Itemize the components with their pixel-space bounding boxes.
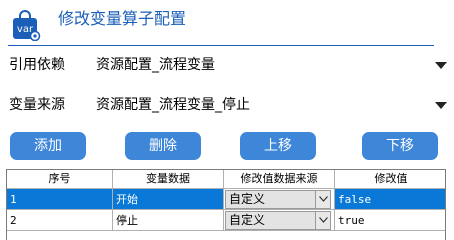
- dialog-title: 修改变量算子配置: [58, 9, 187, 28]
- source-select[interactable]: 资源配置_流程变量_停止: [96, 95, 250, 115]
- add-button[interactable]: 添加: [10, 132, 86, 160]
- table-header: 序号 变量数据 修改值数据来源 修改值: [7, 170, 445, 189]
- row-variable: 停止: [113, 210, 224, 231]
- chevron-down-icon[interactable]: [315, 212, 330, 229]
- row-source-cell: 自定义: [224, 189, 335, 210]
- source-combo-value: 自定义: [229, 213, 266, 227]
- row-value[interactable]: false: [335, 189, 445, 210]
- table-row[interactable]: 1 开始 自定义 false: [7, 189, 445, 210]
- dependency-label: 引用依赖: [9, 57, 65, 73]
- row-value[interactable]: true: [335, 210, 445, 231]
- chevron-down-icon[interactable]: [315, 191, 330, 208]
- row-source-cell: 自定义: [224, 210, 335, 231]
- title-bar: var 修改变量算子配置: [0, 0, 454, 46]
- source-dropdown-icon[interactable]: [435, 102, 447, 109]
- source-row: 变量来源 资源配置_流程变量_停止: [0, 92, 454, 118]
- title-divider: [8, 45, 434, 46]
- header-value[interactable]: 修改值: [335, 170, 445, 188]
- header-variable[interactable]: 变量数据: [113, 170, 224, 188]
- header-index[interactable]: 序号: [7, 170, 113, 188]
- dependency-dropdown-icon[interactable]: [435, 62, 447, 69]
- shopping-bag-var-icon: var: [13, 10, 41, 41]
- source-combo-value: 自定义: [229, 192, 266, 206]
- header-source[interactable]: 修改值数据来源: [224, 170, 335, 188]
- dependency-row: 引用依赖 资源配置_流程变量: [0, 52, 454, 78]
- move-up-button[interactable]: 上移: [240, 132, 316, 160]
- source-combo[interactable]: 自定义: [225, 211, 331, 230]
- row-index: 2: [7, 210, 113, 231]
- delete-button[interactable]: 删除: [125, 132, 201, 160]
- table-row[interactable]: 2 停止 自定义 true: [7, 210, 445, 231]
- row-index: 1: [7, 189, 113, 210]
- move-down-button[interactable]: 下移: [362, 132, 438, 160]
- row-variable: 开始: [113, 189, 224, 210]
- source-label: 变量来源: [9, 97, 65, 113]
- source-combo[interactable]: 自定义: [225, 190, 331, 209]
- variable-table: 序号 变量数据 修改值数据来源 修改值 1 开始 自定义 false 2 停止 …: [6, 169, 446, 240]
- dependency-select[interactable]: 资源配置_流程变量: [96, 55, 215, 75]
